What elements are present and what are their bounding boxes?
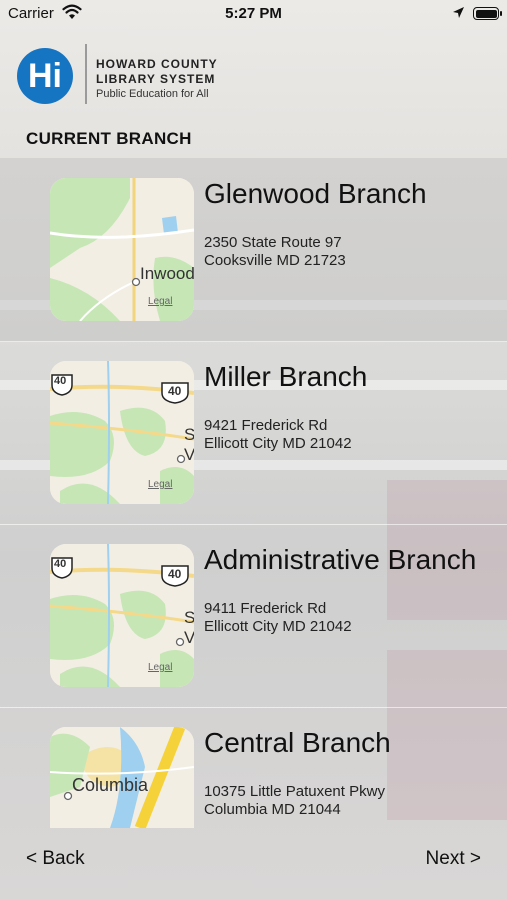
branch-address-line2: Ellicott City MD 21042 <box>204 435 352 452</box>
branch-address-line1: 10375 Little Patuxent Pkwy <box>204 783 385 800</box>
branch-address-line2: Ellicott City MD 21042 <box>204 618 352 635</box>
branch-row-administrative[interactable]: 40 40 S V Legal Administrative Branch 94… <box>0 524 507 708</box>
status-time: 5:27 PM <box>225 5 282 22</box>
org-tagline: Public Education for All <box>96 88 209 100</box>
route-shield-label: 40 <box>54 558 67 570</box>
logo-divider <box>85 44 87 104</box>
battery-tip <box>500 11 502 16</box>
branch-map-thumbnail: Inwood Legal <box>50 178 194 321</box>
library-logo-icon: Hi <box>17 48 73 104</box>
branch-name: Administrative Branch <box>204 544 477 575</box>
next-button[interactable]: Next > <box>426 848 481 870</box>
branch-address-line2: Columbia MD 21044 <box>204 801 341 818</box>
branch-address-line1: 9411 Frederick Rd <box>204 600 327 617</box>
route-shield-label: 40 <box>54 375 67 387</box>
map-place-label: S V <box>184 425 194 464</box>
route-shield-label: 40 <box>168 384 182 398</box>
branch-map-thumbnail: 40 40 S V Legal <box>50 361 194 504</box>
map-place-label: Inwood <box>140 264 194 283</box>
branch-row-central[interactable]: Columbia Central Branch 10375 Little Pat… <box>0 707 507 828</box>
map-place-label: Columbia <box>72 775 149 795</box>
map-legal-link[interactable]: Legal <box>148 296 172 307</box>
branch-map-thumbnail: 40 40 S V Legal <box>50 544 194 687</box>
back-button[interactable]: < Back <box>26 848 85 870</box>
battery-icon <box>473 7 499 20</box>
branch-name: Central Branch <box>204 727 391 758</box>
map-legal-link[interactable]: Legal <box>148 662 172 673</box>
app-header: Hi HOWARD COUNTY LIBRARY SYSTEM Public E… <box>0 38 507 118</box>
route-shield-label: 40 <box>168 567 182 581</box>
status-bar: Carrier 5:27 PM <box>0 0 507 30</box>
org-name-line2: LIBRARY SYSTEM <box>96 72 216 86</box>
branch-list[interactable]: Inwood Legal Glenwood Branch 2350 State … <box>0 158 507 828</box>
map-legal-link[interactable]: Legal <box>148 479 172 490</box>
branch-address-line1: 9421 Frederick Rd <box>204 417 328 434</box>
branch-row-miller[interactable]: 40 40 S V Legal Miller Branch 9421 Frede… <box>0 341 507 525</box>
branch-row-glenwood[interactable]: Inwood Legal Glenwood Branch 2350 State … <box>0 158 507 342</box>
section-title: CURRENT BRANCH <box>26 129 192 148</box>
branch-map-thumbnail: Columbia <box>50 727 194 828</box>
branch-address-line2: Cooksville MD 21723 <box>204 252 346 269</box>
branch-name: Miller Branch <box>204 361 368 392</box>
branch-name: Glenwood Branch <box>204 178 427 209</box>
org-name-line1: HOWARD COUNTY <box>96 57 218 71</box>
map-place-label: S V <box>184 608 194 647</box>
location-arrow-icon <box>452 6 465 23</box>
branch-address-line1: 2350 State Route 97 <box>204 234 342 251</box>
